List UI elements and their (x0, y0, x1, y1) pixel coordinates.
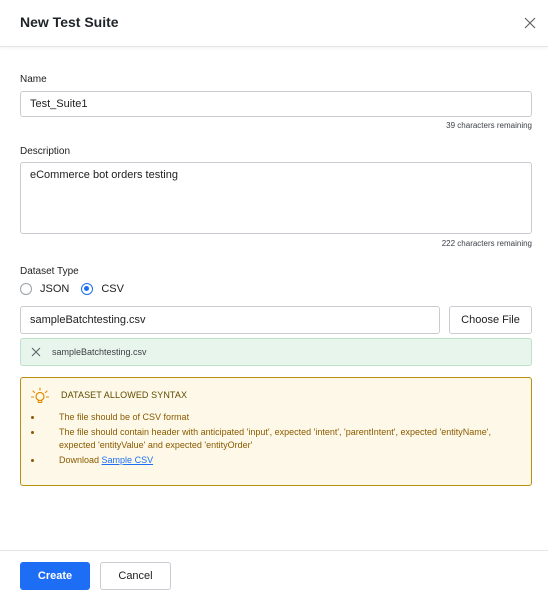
dialog-title: New Test Suite (20, 14, 119, 30)
syntax-heading: DATASET ALLOWED SYNTAX (61, 390, 188, 400)
syntax-item: The file should contain header with anti… (31, 426, 501, 452)
dataset-type-radio-group: JSON CSV (20, 283, 136, 295)
radio-csv-label[interactable]: CSV (101, 283, 124, 295)
dataset-syntax-box: DATASET ALLOWED SYNTAX The file should b… (20, 377, 532, 486)
lightbulb-icon (31, 387, 49, 404)
close-icon[interactable] (524, 17, 536, 29)
download-prefix: Download (59, 455, 100, 465)
syntax-item-download: Download Sample CSV (31, 454, 501, 467)
file-name-value: sampleBatchtesting.csv (30, 314, 146, 326)
description-label: Description (20, 146, 71, 157)
syntax-item: The file should be of CSV format (31, 411, 501, 424)
choose-file-button[interactable]: Choose File (449, 306, 532, 334)
description-textarea[interactable]: eCommerce bot orders testing (20, 162, 532, 234)
remove-file-icon[interactable] (31, 347, 41, 357)
description-textarea-value: eCommerce bot orders testing (30, 169, 178, 181)
name-char-counter: 39 characters remaining (446, 121, 532, 130)
radio-json[interactable] (20, 283, 32, 295)
cancel-button[interactable]: Cancel (100, 562, 171, 590)
syntax-item-text: The file should be of CSV format (59, 412, 190, 422)
file-name-input[interactable]: sampleBatchtesting.csv (20, 306, 440, 334)
dialog-header: New Test Suite (0, 0, 548, 47)
description-char-counter: 222 characters remaining (441, 239, 532, 248)
name-input-value: Test_Suite1 (30, 98, 88, 110)
name-label: Name (20, 74, 47, 85)
uploaded-file-name: sampleBatchtesting.csv (52, 347, 147, 357)
create-button[interactable]: Create (20, 562, 90, 590)
radio-csv[interactable] (81, 283, 94, 295)
uploaded-file-chip: sampleBatchtesting.csv (20, 338, 532, 366)
radio-json-label[interactable]: JSON (40, 283, 69, 295)
name-input[interactable]: Test_Suite1 (20, 91, 532, 117)
syntax-item-text: The file should contain header with anti… (59, 427, 492, 450)
syntax-list: The file should be of CSV format The fil… (31, 411, 501, 469)
sample-csv-link[interactable]: Sample CSV (102, 455, 154, 465)
dataset-type-label: Dataset Type (20, 266, 79, 277)
